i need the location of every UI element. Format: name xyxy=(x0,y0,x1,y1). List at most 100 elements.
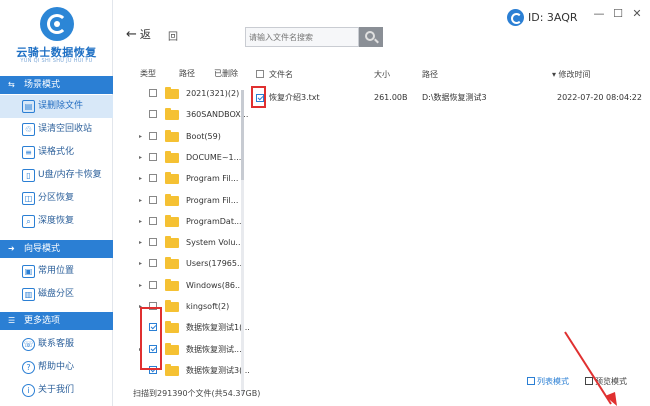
info-icon: i xyxy=(22,384,35,397)
folder-icon xyxy=(165,300,179,312)
close-button[interactable]: ✕ xyxy=(630,7,644,21)
tree-row[interactable]: ▸ Program Fil... xyxy=(113,190,243,211)
tree-row-checkbox[interactable] xyxy=(149,216,157,225)
tab-deleted[interactable]: 已删除 xyxy=(214,68,238,79)
maximize-button[interactable]: ☐ xyxy=(611,7,625,21)
format-icon: ≡ xyxy=(22,146,35,159)
tree-row-checkbox[interactable] xyxy=(149,280,157,289)
tree-row-label: 2021(321)(2) xyxy=(186,89,240,98)
folder-icon xyxy=(165,363,179,376)
tree-row[interactable]: 2021(321)(2) xyxy=(113,83,243,104)
folder-icon xyxy=(165,214,179,227)
sidebar-item-recycle-bin[interactable]: ♲ 误清空回收站 xyxy=(0,118,113,141)
top-toolbar: ←返 回 ID: 3AQR — ☐ ✕ xyxy=(113,0,650,60)
tab-path[interactable]: 路径 xyxy=(179,68,195,79)
usb-icon: ▯ xyxy=(22,169,35,182)
folder-icon xyxy=(165,87,179,99)
tree-row-checkbox[interactable] xyxy=(149,238,157,247)
select-all-checkbox[interactable] xyxy=(256,70,264,78)
tree-row[interactable]: ▸ System Volu... xyxy=(113,232,243,253)
sidebar-item-contact-support[interactable]: ☏ 联系客服 xyxy=(0,333,113,356)
tree-row[interactable]: ▸ Windows(86... xyxy=(113,275,243,296)
table-row[interactable]: 恢复介绍3.txt 261.00B D:\数据恢复测试3 2022-07-20 … xyxy=(244,88,650,108)
folder-icon xyxy=(165,278,179,291)
tree-row-label: Windows(86... xyxy=(186,280,243,290)
sidebar-item-deleted-files[interactable]: ▤ 误删除文件 xyxy=(0,95,113,118)
search-input[interactable] xyxy=(245,27,359,47)
expand-arrow-icon[interactable]: ▸ xyxy=(139,190,142,211)
search-button[interactable] xyxy=(359,27,383,47)
folder-icon xyxy=(165,172,179,185)
expand-arrow-icon[interactable]: ▸ xyxy=(139,232,142,253)
account-id: ID: 3AQR xyxy=(528,11,578,24)
tree-row-checkbox[interactable] xyxy=(149,195,157,204)
tab-type[interactable]: 类型 xyxy=(140,68,156,79)
sidebar-item-usb[interactable]: ▯ U盘/内存卡恢复 xyxy=(0,164,113,187)
folder-icon xyxy=(165,108,179,121)
tree-row[interactable]: ▸ Program Fil... xyxy=(113,168,243,189)
expand-arrow-icon[interactable]: ▸ xyxy=(139,275,142,296)
tree-row[interactable]: 数据恢复测试1(... xyxy=(113,317,250,338)
sidebar-item-label: 关于我们 xyxy=(38,385,75,395)
scene-mode-icon: ⇆ xyxy=(8,80,15,89)
expand-arrow-icon[interactable]: ▸ xyxy=(139,168,142,189)
folder-icon xyxy=(165,342,179,355)
annotation-highlight-tree-checkboxes xyxy=(140,307,162,370)
column-path[interactable]: 路径 xyxy=(422,69,438,80)
tree-row[interactable]: 数据恢复测试3(... xyxy=(113,360,250,381)
tree-row[interactable]: ▸ DOCUME~1... xyxy=(113,147,243,168)
back-button[interactable]: ← 返 xyxy=(126,26,151,42)
sidebar-item-partition[interactable]: ◫ 分区恢复 xyxy=(0,187,113,210)
expand-arrow-icon[interactable]: ▸ xyxy=(139,126,142,147)
up-button[interactable]: 回 xyxy=(168,28,178,43)
minimize-button[interactable]: — xyxy=(592,7,606,21)
tree-row[interactable]: ▸ kingsoft(2) xyxy=(113,296,243,317)
logo-icon xyxy=(40,7,74,41)
section-guide-mode[interactable]: ➜ 向导模式 xyxy=(0,240,113,258)
account-icon xyxy=(507,9,524,26)
folder-icon xyxy=(165,321,179,334)
list-view-icon xyxy=(527,377,535,385)
annotation-arrow xyxy=(564,331,617,406)
tree-row-label: 数据恢复测试... xyxy=(186,344,242,354)
section-more-options[interactable]: ☰ 更多选项 xyxy=(0,312,113,330)
tree-row[interactable]: ▸ ProgramDat... xyxy=(113,211,243,232)
tree-row-checkbox[interactable] xyxy=(149,89,157,97)
sidebar-item-format[interactable]: ≡ 误格式化 xyxy=(0,141,113,164)
expand-arrow-icon[interactable]: ▸ xyxy=(139,253,142,274)
tree-row-label: Program Fil... xyxy=(186,195,239,205)
partition-icon: ◫ xyxy=(22,192,35,205)
sidebar-item-help-center[interactable]: ? 帮助中心 xyxy=(0,356,113,379)
section-label: 更多选项 xyxy=(24,316,61,326)
tree-header: 类型 路径 已删除 xyxy=(113,68,243,82)
headset-icon: ☏ xyxy=(22,338,35,351)
file-icon: ▤ xyxy=(22,100,35,113)
tree-row-checkbox[interactable] xyxy=(149,131,157,140)
column-modified-time[interactable]: ▾ 修改时间 xyxy=(552,69,591,80)
sidebar-item-about-us[interactable]: i 关于我们 xyxy=(0,379,113,402)
tree-row[interactable]: 360SANDBOX... xyxy=(113,104,248,125)
sidebar-item-label: 磁盘分区 xyxy=(38,289,75,299)
tree-row[interactable]: ▸ Users(17965... xyxy=(113,253,245,274)
sidebar-item-deep-scan[interactable]: ⌕ 深度恢复 xyxy=(0,210,113,233)
sidebar-item-common-location[interactable]: ▣ 常用位置 xyxy=(0,260,113,283)
expand-arrow-icon[interactable]: ▸ xyxy=(139,211,142,232)
list-header: 文件名 大小 路径 ▾ 修改时间 xyxy=(244,68,650,82)
tree-row-checkbox[interactable] xyxy=(149,259,157,268)
sidebar-item-label: 误删除文件 xyxy=(38,101,84,111)
section-scene-mode[interactable]: ⇆ 场景模式 xyxy=(0,76,113,94)
folder-icon xyxy=(165,193,179,206)
column-name[interactable]: 文件名 xyxy=(269,69,293,80)
sidebar-item-label: U盘/内存卡恢复 xyxy=(38,170,102,180)
tree-row[interactable]: ▸ Boot(59) xyxy=(113,126,243,147)
arrow-left-icon: ← xyxy=(126,27,137,42)
help-icon: ? xyxy=(22,361,35,374)
sidebar-item-disk-partition[interactable]: ▥ 磁盘分区 xyxy=(0,283,113,306)
tree-row-checkbox[interactable] xyxy=(149,152,157,161)
column-size[interactable]: 大小 xyxy=(374,69,390,80)
tree-row-checkbox[interactable] xyxy=(149,174,157,183)
section-label: 场景模式 xyxy=(24,80,61,90)
tree-row[interactable]: ▸ 数据恢复测试... xyxy=(113,339,243,360)
expand-arrow-icon[interactable]: ▸ xyxy=(139,147,142,168)
tree-row-checkbox[interactable] xyxy=(149,110,157,119)
